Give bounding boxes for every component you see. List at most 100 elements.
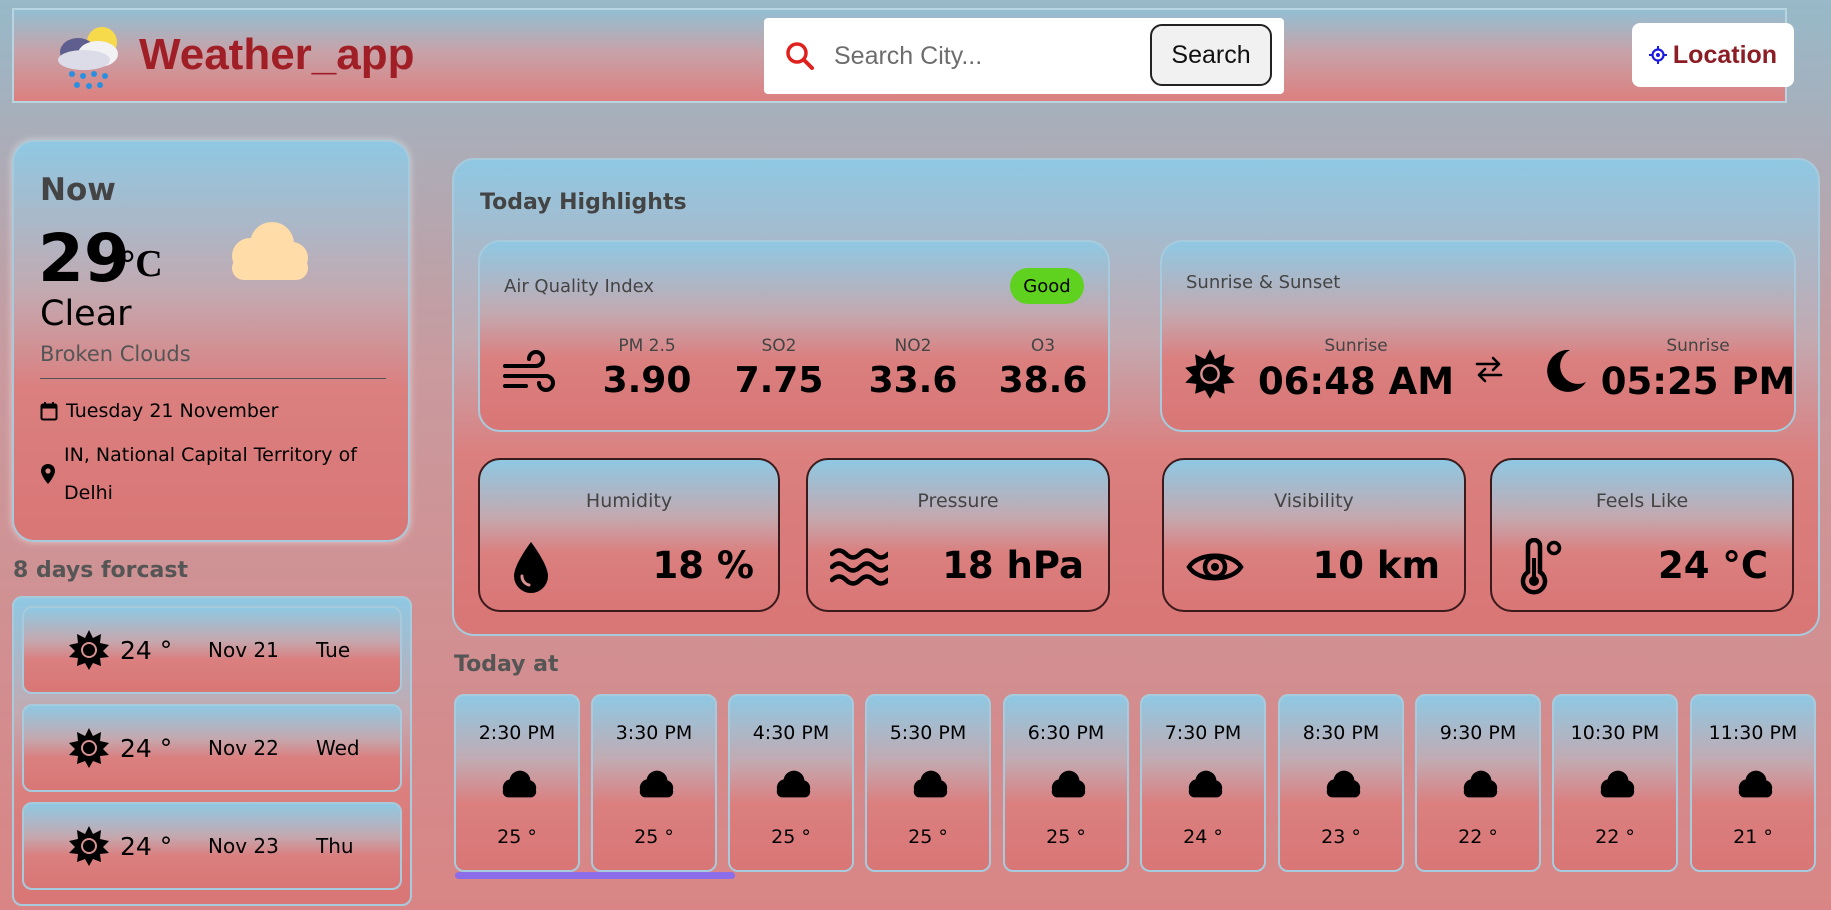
humidity-value: 18 %: [652, 544, 754, 587]
cloud-icon: [502, 770, 537, 798]
hourly-title: Today at: [454, 652, 559, 677]
sun-icon: [68, 825, 110, 867]
aqi-item-value: 33.6: [868, 360, 958, 401]
hour-time: 2:30 PM: [478, 722, 556, 744]
cloud-icon: [776, 770, 811, 798]
visibility-card: Visibility 10 km: [1162, 458, 1466, 612]
hour-time: 5:30 PM: [889, 722, 967, 744]
swap-arrows-icon: [1475, 356, 1503, 383]
sun-icon: [1184, 348, 1236, 400]
hour-temp: 25 °: [908, 826, 948, 848]
cloud-icon: [1051, 770, 1086, 798]
forecast-day: Thu: [316, 834, 354, 858]
forecast-item: 24 ° Nov 23 Thu: [22, 802, 402, 890]
crosshair-icon: [1648, 46, 1667, 64]
search-button[interactable]: Search: [1150, 24, 1272, 86]
water-drop-icon: [514, 542, 548, 593]
forecast-item: 24 ° Nov 22 Wed: [22, 704, 402, 792]
aqi-no2: NO2 33.6: [858, 336, 968, 401]
forecast-day: Tue: [316, 638, 351, 662]
hour-time: 9:30 PM: [1439, 722, 1517, 744]
search-icon: [786, 42, 814, 70]
humidity-label: Humidity: [585, 490, 673, 512]
hourly-card: 4:30 PM 25 °: [728, 694, 854, 872]
highlights-panel: Today Highlights Air Quality Index Good …: [452, 158, 1820, 636]
hour-time: 6:30 PM: [1027, 722, 1105, 744]
wind-icon: [503, 350, 555, 392]
moon-icon: [1547, 349, 1586, 392]
aqi-item-name: NO2: [894, 336, 932, 356]
cloud-icon: [232, 222, 308, 280]
current-weather-card: Now 29 °C Clear Broken Clouds Tuesday 21…: [12, 140, 410, 542]
pressure-label: Pressure: [917, 490, 999, 512]
cloud-icon: [639, 770, 674, 798]
air-quality-card: Air Quality Index Good PM 2.5 3.90 SO2 7…: [478, 240, 1110, 432]
sun-label: Sunrise & Sunset: [1186, 272, 1341, 293]
feels-like-value: 24 °C: [1657, 544, 1768, 587]
hourly-card: 3:30 PM 25 °: [591, 694, 717, 872]
hourly-card: 11:30 PM 21 °: [1690, 694, 1816, 872]
hourly-card: 10:30 PM 22 °: [1552, 694, 1678, 872]
hour-temp: 25 °: [1046, 826, 1086, 848]
hourly-card: 9:30 PM 22 °: [1415, 694, 1541, 872]
eye-icon: [1186, 553, 1244, 581]
hourly-card: 6:30 PM 25 °: [1003, 694, 1129, 872]
hourly-scrollbar[interactable]: [455, 872, 735, 879]
highlights-title: Today Highlights: [480, 190, 687, 215]
forecast-temp: 24 °: [120, 635, 173, 665]
sun-icon: [68, 727, 110, 769]
pressure-card: Pressure 18 hPa: [806, 458, 1110, 612]
hourly-card: 7:30 PM 24 °: [1140, 694, 1266, 872]
hour-time: 3:30 PM: [615, 722, 693, 744]
sunrise-block: Sunrise 06:48 AM: [1256, 336, 1456, 403]
cloud-icon: [1738, 770, 1773, 798]
location-button[interactable]: Location: [1632, 23, 1794, 87]
cloud-icon: [1188, 770, 1223, 798]
hour-temp: 24 °: [1183, 826, 1223, 848]
aqi-so2: SO2 7.75: [724, 336, 834, 401]
hour-time: 4:30 PM: [752, 722, 830, 744]
sunrise-label: Sunrise: [1324, 336, 1388, 356]
map-pin-icon: [41, 464, 55, 484]
forecast-title: 8 days forcast: [13, 558, 189, 583]
rain-cloud-logo-icon: [58, 27, 118, 89]
cloud-icon: [913, 770, 948, 798]
sunset-block: Sunrise 05:25 PM: [1598, 336, 1798, 403]
calendar-icon: [40, 402, 58, 421]
current-location-row: IN, National Capital Territory of Delhi: [40, 436, 370, 512]
cloud-icon: [1463, 770, 1498, 798]
forecast-item: 24 ° Nov 21 Tue: [22, 606, 402, 694]
current-location: IN, National Capital Territory of Delhi: [64, 444, 357, 504]
current-date: Tuesday 21 November: [66, 400, 279, 422]
sunset-label: Sunrise: [1666, 336, 1730, 356]
forecast-date: Nov 23: [208, 834, 279, 858]
hour-time: 7:30 PM: [1164, 722, 1242, 744]
forecast-list[interactable]: 24 ° Nov 21 Tue 24 ° Nov 22 Wed 24 ° Nov…: [12, 596, 412, 906]
hourly-card: 2:30 PM 25 °: [454, 694, 580, 872]
aqi-item-value: 38.6: [998, 360, 1088, 401]
aqi-item-value: 3.90: [602, 360, 692, 401]
hour-temp: 22 °: [1458, 826, 1498, 848]
visibility-label: Visibility: [1274, 490, 1354, 512]
current-condition: Clear: [40, 294, 132, 334]
hour-time: 11:30 PM: [1708, 722, 1798, 744]
search-input[interactable]: [834, 36, 1134, 76]
divider: [40, 378, 386, 379]
aqi-pm25: PM 2.5 3.90: [592, 336, 702, 401]
forecast-temp: 24 °: [120, 831, 173, 861]
aqi-status-badge: Good: [1010, 268, 1084, 304]
current-description: Broken Clouds: [40, 342, 191, 366]
feels-like-card: Feels Like 24 °C: [1490, 458, 1794, 612]
hour-temp: 21 °: [1733, 826, 1773, 848]
forecast-date: Nov 21: [208, 638, 279, 662]
visibility-value: 10 km: [1312, 544, 1440, 587]
hour-temp: 25 °: [771, 826, 811, 848]
location-button-label: Location: [1672, 40, 1778, 69]
hour-time: 10:30 PM: [1570, 722, 1660, 744]
forecast-day: Wed: [316, 736, 360, 760]
cloud-icon: [1600, 770, 1635, 798]
app-header: Weather_app Search Location: [12, 8, 1794, 103]
sunset-time: 05:25 PM: [1600, 360, 1796, 403]
aqi-label: Air Quality Index: [504, 276, 655, 297]
aqi-item-name: SO2: [761, 336, 797, 356]
